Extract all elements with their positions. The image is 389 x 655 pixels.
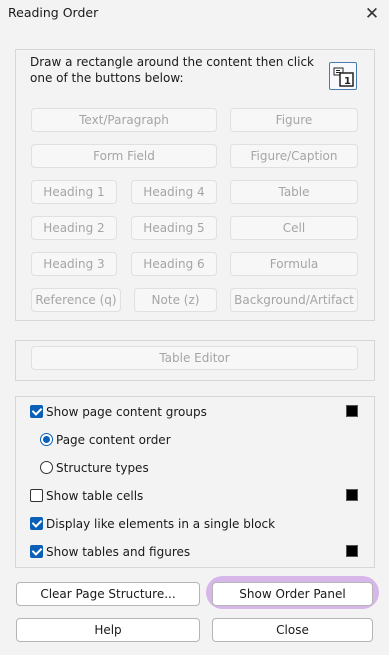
page-content-order-option[interactable]: Page content order xyxy=(40,431,190,449)
figure-button[interactable]: Figure xyxy=(230,108,358,132)
heading1-button[interactable]: Heading 1 xyxy=(31,180,117,204)
instructions-text: Draw a rectangle around the content then… xyxy=(30,55,314,85)
note-button[interactable]: Note (z) xyxy=(134,288,217,312)
structure-types-radio[interactable] xyxy=(40,461,53,474)
window-title: Reading Order xyxy=(8,5,99,20)
show-table-cells-option[interactable]: Show table cells xyxy=(30,487,230,505)
show-order-panel-button[interactable]: Show Order Panel xyxy=(212,582,373,606)
show-tables-figures-option[interactable]: Show tables and figures xyxy=(30,543,230,561)
close-window-icon[interactable]: ✕ xyxy=(361,4,383,26)
show-tables-figures-checkbox[interactable] xyxy=(30,545,43,558)
table-cells-color-swatch[interactable] xyxy=(346,489,358,501)
page-content-order-radio[interactable] xyxy=(40,433,53,446)
display-like-elements-checkbox[interactable] xyxy=(30,517,43,530)
heading6-button[interactable]: Heading 6 xyxy=(131,252,217,276)
show-page-content-groups-option[interactable]: Show page content groups xyxy=(30,403,230,421)
display-like-elements-option[interactable]: Display like elements in a single block xyxy=(30,515,330,533)
formula-button[interactable]: Formula xyxy=(230,252,358,276)
reference-button[interactable]: Reference (q) xyxy=(31,288,121,312)
heading2-button[interactable]: Heading 2 xyxy=(31,216,117,240)
svg-text:1: 1 xyxy=(344,76,351,87)
page-content-groups-color-swatch[interactable] xyxy=(346,405,358,417)
heading4-button[interactable]: Heading 4 xyxy=(131,180,217,204)
title-bar: Reading Order ✕ xyxy=(0,0,389,28)
background-artifact-button[interactable]: Background/Artifact xyxy=(230,288,358,312)
text-paragraph-button[interactable]: Text/Paragraph xyxy=(31,108,217,132)
cell-button[interactable]: Cell xyxy=(230,216,358,240)
table-button[interactable]: Table xyxy=(230,180,358,204)
structure-types-option[interactable]: Structure types xyxy=(40,459,190,477)
tables-figures-color-swatch[interactable] xyxy=(346,545,358,557)
close-button[interactable]: Close xyxy=(212,618,373,642)
clear-page-structure-button[interactable]: Clear Page Structure... xyxy=(16,582,200,606)
figure-caption-button[interactable]: Figure/Caption xyxy=(230,144,358,168)
heading5-button[interactable]: Heading 5 xyxy=(131,216,217,240)
reading-order-icon[interactable]: 1 xyxy=(329,62,357,90)
show-table-cells-checkbox[interactable] xyxy=(30,489,43,502)
table-editor-button[interactable]: Table Editor xyxy=(31,346,358,370)
show-page-content-groups-checkbox[interactable] xyxy=(30,405,43,418)
form-field-button[interactable]: Form Field xyxy=(31,144,217,168)
heading3-button[interactable]: Heading 3 xyxy=(31,252,117,276)
help-button[interactable]: Help xyxy=(16,618,200,642)
